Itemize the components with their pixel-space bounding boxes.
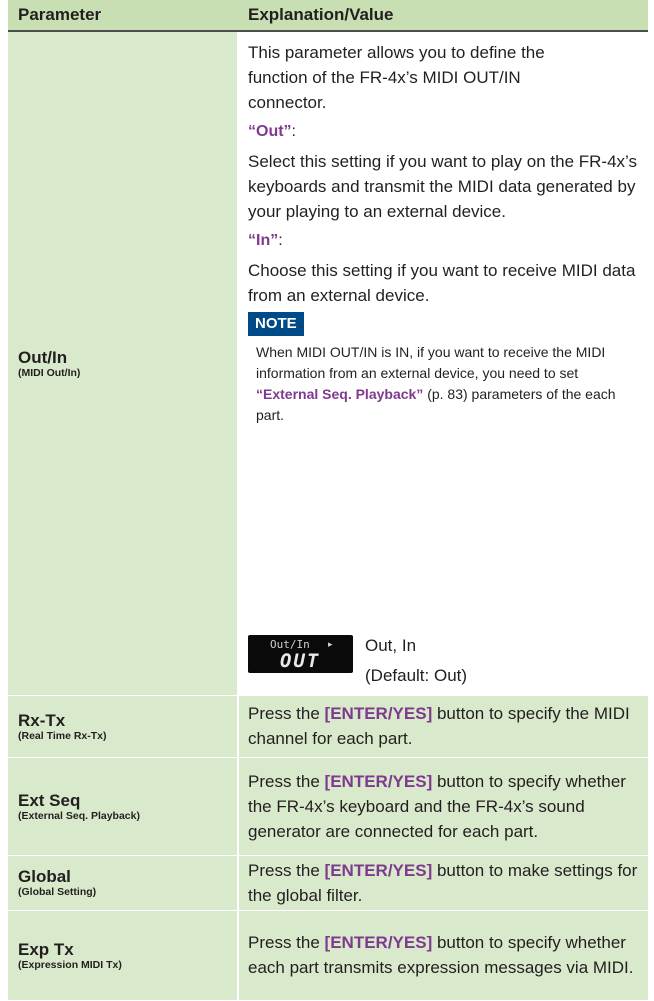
param-name-cell: Out/In (MIDI Out/In) (8, 31, 239, 696)
option-out-colon: : (291, 123, 296, 140)
note-box: NOTE When MIDI OUT/IN is IN, if you want… (248, 312, 642, 426)
desc-pre: Press the (248, 860, 325, 880)
table-row: Out/In (MIDI Out/In) This parameter allo… (8, 31, 648, 696)
enter-yes-button-ref: [ENTER/YES] (324, 771, 433, 791)
lcd-row: Out/In ▸ OUT Out, In (Default: Out) (248, 625, 642, 695)
param-subname: (External Seq. Playback) (18, 809, 140, 822)
param-subname: (MIDI Out/In) (18, 366, 81, 379)
param-description: Press the [ENTER/YES] button to specify … (238, 757, 648, 856)
option-out-name: “Out” (248, 123, 292, 140)
note-link: “External Seq. Playback” (256, 386, 424, 402)
table-row: Rx-Tx (Real Time Rx-Tx) Press the [ENTER… (8, 695, 648, 758)
option-in-colon: : (278, 232, 283, 249)
option-out-label: “Out”: (248, 119, 642, 145)
param-name: Ext Seq (18, 790, 81, 810)
param-name: Rx-Tx (18, 710, 66, 730)
table-row: Exp Tx (Expression MIDI Tx) Press the [E… (8, 910, 648, 1001)
header-explanation: Explanation/Value (238, 0, 648, 32)
param-description: Press the [ENTER/YES] button to make set… (238, 855, 648, 911)
param-name-cell: Ext Seq (External Seq. Playback) (8, 757, 239, 856)
param-description: Press the [ENTER/YES] button to specify … (238, 910, 648, 1001)
option-in-text: Choose this setting if you want to recei… (248, 261, 636, 305)
enter-yes-button-ref: [ENTER/YES] (324, 860, 433, 880)
parameter-table: Parameter Explanation/Value Out/In (MIDI… (8, 0, 648, 1001)
note-text: When MIDI OUT/IN is IN, if you want to r… (256, 342, 642, 426)
note-badge: NOTE (248, 312, 304, 336)
param-subname: (Global Setting) (18, 886, 97, 898)
lcd-arrow-icon: ▸ (328, 638, 333, 649)
option-in-name: “In” (248, 232, 279, 249)
table-row: Ext Seq (External Seq. Playback) Press t… (8, 757, 648, 856)
table-header-row: Parameter Explanation/Value (8, 0, 648, 32)
option-out-text: Select this setting if you want to play … (248, 152, 637, 221)
enter-yes-button-ref: [ENTER/YES] (324, 933, 433, 952)
description-text: Press the [ENTER/YES] button to specify … (248, 769, 642, 844)
param-name: Out/In (18, 347, 68, 367)
table-row: Global (Global Setting) Press the [ENTER… (8, 855, 648, 911)
lcd-display: Out/In ▸ OUT (248, 634, 353, 673)
lcd-line2: OUT (280, 649, 321, 672)
param-name-cell: Exp Tx (Expression MIDI Tx) (8, 910, 239, 1001)
param-name: Exp Tx (18, 939, 74, 959)
value-default: (Default: Out) (365, 665, 468, 685)
enter-yes-button-ref: [ENTER/YES] (324, 704, 433, 723)
desc-pre: Press the (248, 771, 325, 791)
note-text-pre: When MIDI OUT/IN is IN, if you want to r… (256, 344, 606, 381)
value-options: Out, In (365, 635, 417, 655)
desc-pre: Press the (248, 704, 325, 723)
value-list: Out, In (Default: Out) (365, 631, 467, 691)
param-subname: (Real Time Rx-Tx) (18, 729, 107, 742)
desc-pre: Press the (248, 933, 325, 952)
param-name: Global (18, 867, 71, 886)
description-text: Press the [ENTER/YES] button to specify … (248, 701, 642, 751)
param-subname: (Expression MIDI Tx) (18, 958, 122, 971)
param-description: This parameter allows you to define the … (238, 31, 648, 625)
intro-text: This parameter allows you to define the … (248, 43, 545, 112)
param-name-cell: Rx-Tx (Real Time Rx-Tx) (8, 695, 239, 758)
description-text: Press the [ENTER/YES] button to specify … (248, 930, 642, 980)
lcd-value-cell: Out/In ▸ OUT Out, In (Default: Out) (238, 623, 648, 696)
param-name-cell: Global (Global Setting) (8, 855, 239, 911)
description-text: Press the [ENTER/YES] button to make set… (248, 858, 642, 908)
option-in-label: “In”: (248, 228, 642, 254)
param-description: Press the [ENTER/YES] button to specify … (238, 695, 648, 758)
header-parameter: Parameter (8, 0, 238, 32)
